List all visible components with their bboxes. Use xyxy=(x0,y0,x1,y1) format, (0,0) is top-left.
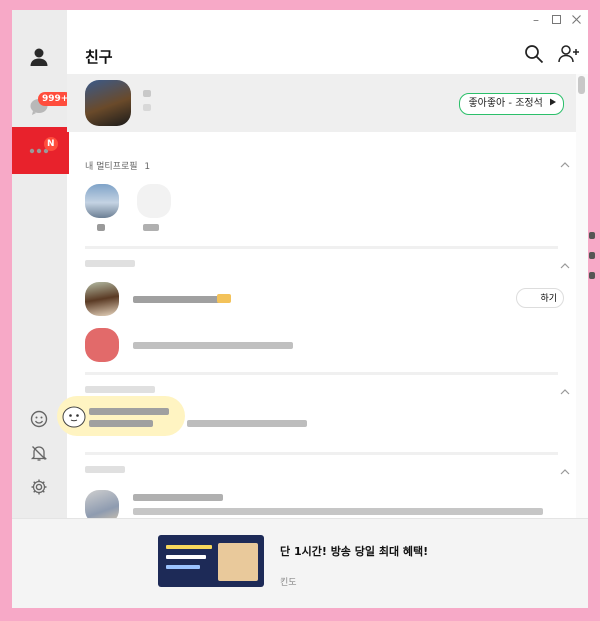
blurred-text xyxy=(89,408,169,415)
gear-icon xyxy=(31,479,47,495)
minimize-icon: – xyxy=(533,13,539,27)
blurred-status xyxy=(143,104,151,111)
section-divider xyxy=(85,452,558,455)
blurred-section-title xyxy=(85,386,155,393)
background-text-fragment xyxy=(589,232,595,239)
more-new-badge: N xyxy=(44,137,58,151)
chevron-up-icon[interactable] xyxy=(560,467,570,477)
background-text-fragment xyxy=(589,272,595,279)
settings-button[interactable] xyxy=(22,470,56,504)
search-icon xyxy=(525,45,544,64)
minimize-button[interactable]: – xyxy=(528,12,544,28)
friend-action-label: 하기 xyxy=(540,294,557,304)
avatar[interactable] xyxy=(85,328,119,362)
blurred-name xyxy=(133,342,293,349)
page-title: 친구 xyxy=(85,48,113,66)
background-text-fragment xyxy=(589,252,595,259)
bell-off-icon xyxy=(30,446,48,461)
scrollbar-thumb[interactable] xyxy=(578,76,585,94)
multi-profile-count: 1 xyxy=(144,162,151,172)
maximize-button[interactable] xyxy=(548,12,564,28)
section-divider xyxy=(85,246,558,249)
blurred-section-title xyxy=(85,466,125,473)
chevron-up-icon[interactable] xyxy=(560,387,570,397)
ad-title: 단 1시간! 방송 당일 최대 혜택! xyxy=(280,545,429,558)
maximize-icon xyxy=(551,15,561,24)
person-icon xyxy=(30,48,48,66)
close-button[interactable] xyxy=(568,12,584,28)
blurred-text xyxy=(89,420,153,427)
emoji-tooltip xyxy=(57,396,185,436)
friend-action-button[interactable]: 하기 xyxy=(516,288,564,308)
ad-banner[interactable]: 단 1시간! 방송 당일 최대 혜택! 킨도 xyxy=(12,518,588,608)
section-divider xyxy=(85,372,558,375)
title-bar: – xyxy=(67,10,588,32)
page-header: 친구 xyxy=(67,36,588,74)
character-icon xyxy=(62,406,86,428)
ad-image[interactable] xyxy=(158,535,264,587)
blurred-name xyxy=(133,296,223,303)
my-profile-avatar[interactable] xyxy=(85,80,131,126)
profile-music-label: 좋아좋아 - 조정석 xyxy=(468,98,543,109)
blurred-emoji xyxy=(217,294,231,303)
list-item[interactable] xyxy=(67,486,576,518)
multi-profile-avatar[interactable] xyxy=(85,184,119,218)
blurred-name xyxy=(187,420,307,427)
blurred-name xyxy=(143,90,151,97)
notification-toggle[interactable] xyxy=(22,436,56,470)
chats-tab[interactable]: 999+ xyxy=(22,90,73,124)
app-window: 999+ N – 친구 좋아좋아 - 조정석 내 멀티프로필 1 하기 단 1시… xyxy=(12,10,588,608)
list-item[interactable] xyxy=(67,324,576,366)
blurred-name xyxy=(133,494,223,501)
add-multi-profile[interactable] xyxy=(137,184,171,218)
blurred-label xyxy=(143,224,159,231)
sidebar: 999+ N xyxy=(12,10,73,518)
my-profile-row[interactable]: 좋아좋아 - 조정석 xyxy=(67,74,576,132)
add-friend-icon xyxy=(558,45,579,63)
friend-list: 좋아좋아 - 조정석 내 멀티프로필 1 하기 xyxy=(67,74,588,518)
scrollbar[interactable] xyxy=(576,74,588,518)
chevron-up-icon[interactable] xyxy=(560,160,570,170)
chevron-up-icon[interactable] xyxy=(560,261,570,271)
friends-tab[interactable] xyxy=(22,40,56,74)
blurred-status xyxy=(133,508,543,515)
blurred-label xyxy=(97,224,105,231)
emoji-icon xyxy=(30,410,48,428)
blurred-section-title xyxy=(85,260,135,267)
add-friend-button[interactable] xyxy=(558,44,580,66)
multi-profile-title: 내 멀티프로필 xyxy=(85,162,138,172)
ad-source: 킨도 xyxy=(280,578,297,588)
play-icon xyxy=(550,98,556,106)
list-item[interactable]: 하기 xyxy=(67,278,576,320)
multi-profile-section-title: 내 멀티프로필 1 xyxy=(85,159,150,172)
avatar[interactable] xyxy=(85,490,119,518)
emoji-button[interactable] xyxy=(22,402,56,436)
search-button[interactable] xyxy=(524,44,546,66)
close-icon xyxy=(571,15,581,24)
avatar[interactable] xyxy=(85,282,119,316)
more-tab[interactable]: N xyxy=(22,134,58,168)
profile-music-pill[interactable]: 좋아좋아 - 조정석 xyxy=(459,93,564,115)
